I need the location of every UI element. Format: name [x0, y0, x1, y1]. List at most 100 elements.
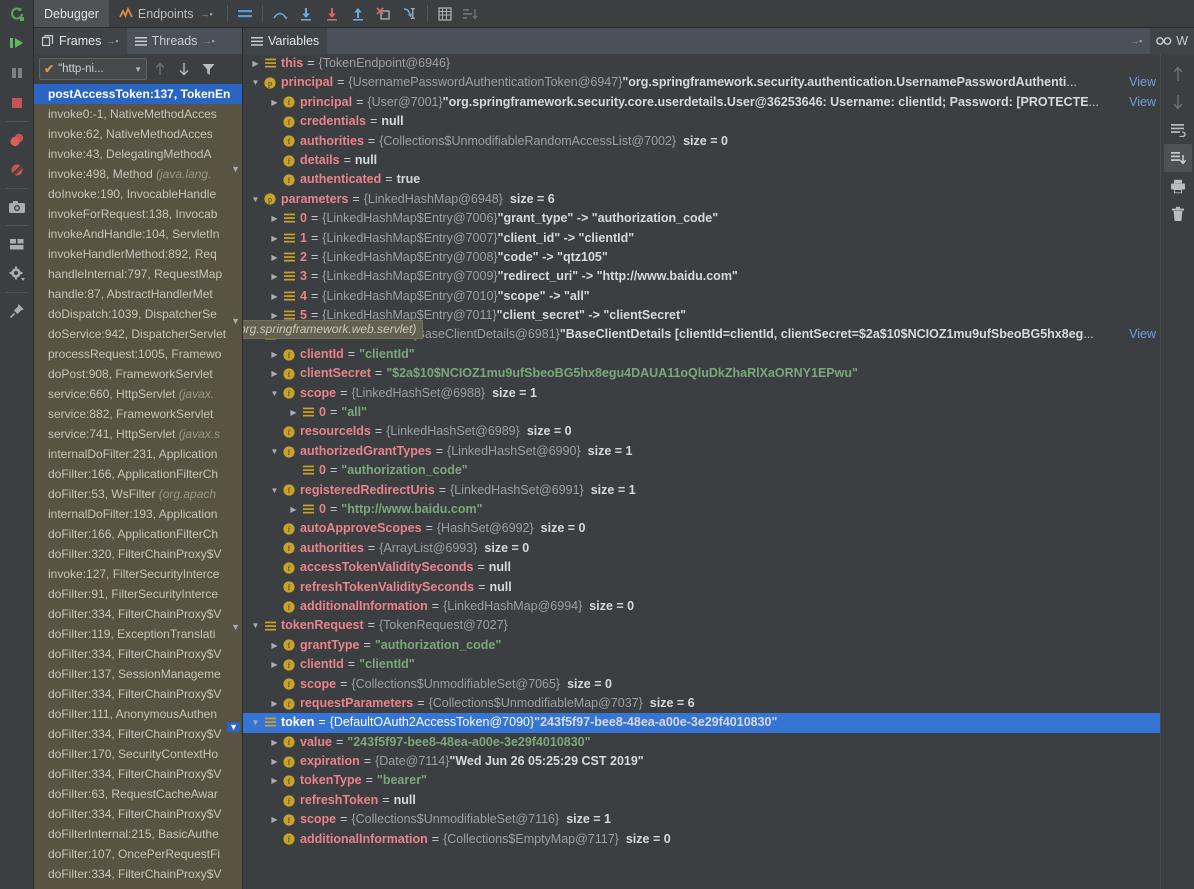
frame-up-icon[interactable]	[149, 58, 171, 80]
variable-row[interactable]: f accessTokenValiditySeconds = null	[243, 558, 1160, 577]
frame-row[interactable]: doFilter:166, ApplicationFilterCh	[34, 464, 242, 484]
variable-row[interactable]: ▶ f expiration = {Date@7114} "Wed Jun 26 05:…	[243, 752, 1160, 771]
chevron-down-icon[interactable]: ▼	[268, 384, 281, 403]
frame-row[interactable]: processRequest:1005, Framewo	[34, 344, 242, 364]
tab-frames-pin[interactable]: →▪	[106, 36, 118, 46]
frame-row[interactable]: service:882, FrameworkServlet	[34, 404, 242, 424]
frame-row[interactable]: doFilter:334, FilterChainProxy$V	[34, 864, 242, 884]
frame-row[interactable]: doFilter:334, FilterChainProxy$V	[34, 804, 242, 824]
chevron-down-icon[interactable]: ▼	[249, 616, 262, 635]
variable-row[interactable]: f authorities = {Collections$UnmodifiableRa…	[243, 132, 1160, 151]
chevron-right-icon[interactable]: ▶	[268, 93, 281, 112]
variable-row[interactable]: ▶ f clientSecret = "$2a$10$NCIOZ1mu9ufSbeoBG…	[243, 364, 1160, 383]
view-breakpoints-icon[interactable]	[0, 125, 34, 155]
variable-row-selected[interactable]: ▼ token = {DefaultOAuth2AccessToken@7090} "…	[243, 713, 1160, 733]
frame-row[interactable]: handle:87, AbstractHandlerMet	[34, 284, 242, 304]
variable-row[interactable]: ▶ f scope = {Collections$UnmodifiableSet@711…	[243, 810, 1160, 829]
chevron-right-icon[interactable]: ▶	[268, 636, 281, 655]
frame-row[interactable]: invoke:43, DelegatingMethodA	[34, 144, 242, 164]
tab-endpoints[interactable]: Endpoints →▪	[109, 0, 223, 27]
variable-row[interactable]: ▶ f clientId = "clientId"	[243, 345, 1160, 364]
evaluate-expression-icon[interactable]	[432, 0, 458, 28]
frame-row[interactable]: doFilter:63, RequestCacheAwar	[34, 784, 242, 804]
chevron-down-icon[interactable]: ▼	[134, 65, 142, 74]
variable-row[interactable]: ▶ 1 = {LinkedHashMap$Entry@7007} "client_id…	[243, 229, 1160, 248]
frame-row[interactable]: doFilter:334, FilterChainProxy$V	[34, 764, 242, 784]
tab-watches[interactable]: W	[1150, 28, 1194, 54]
variable-row[interactable]: ▶ f principal = {User@7001} "org.springframe…	[243, 93, 1160, 112]
view-link[interactable]: View	[1129, 93, 1156, 112]
variables-pin[interactable]: →▪	[1121, 28, 1151, 54]
frame-row[interactable]: doService:942, DispatcherServlet	[34, 324, 242, 344]
new-watch-icon[interactable]	[1164, 116, 1192, 144]
trash-icon[interactable]	[1164, 200, 1192, 228]
step-over-icon[interactable]	[267, 0, 293, 28]
variable-row[interactable]: f resourceIds = {LinkedHashSet@6989} size = …	[243, 422, 1160, 441]
screenshot-icon[interactable]	[0, 192, 34, 222]
frame-row[interactable]: doDispatch:1039, DispatcherSe	[34, 304, 242, 324]
frame-down-icon[interactable]	[173, 58, 195, 80]
chevron-right-icon[interactable]: ▶	[268, 752, 281, 771]
frame-row[interactable]: invoke0:-1, NativeMethodAcces	[34, 104, 242, 124]
variable-row[interactable]: ▶ f clientId = "clientId"	[243, 655, 1160, 674]
variable-row[interactable]: ▼ p parameters = {LinkedHashMap@6948} size = …	[243, 190, 1160, 209]
variable-row[interactable]: ▶ this = {TokenEndpoint@6946}	[243, 54, 1160, 73]
chevron-right-icon[interactable]: ▶	[287, 500, 300, 519]
tab-threads-pin[interactable]: →▪	[202, 36, 214, 46]
chevron-right-icon[interactable]: ▶	[268, 287, 281, 306]
frame-row[interactable]: doFilter:91, FilterSecurityIntercе	[34, 584, 242, 604]
frame-row[interactable]: invoke:498, Method (java.lang.	[34, 164, 242, 184]
frame-row[interactable]: postAccessToken:137, TokenEn	[34, 84, 242, 104]
chevron-down-icon[interactable]: ▼	[249, 713, 262, 732]
pin-icon[interactable]	[0, 296, 34, 326]
filter-frames-icon[interactable]	[197, 58, 219, 80]
frame-row[interactable]: doFilter:334, FilterChainProxy$V	[34, 604, 242, 624]
frame-row[interactable]: doFilter:166, ApplicationFilterCh	[34, 524, 242, 544]
variables-tree[interactable]: ▶ this = {TokenEndpoint@6946} ▼ p principal = {U…	[243, 54, 1160, 889]
frame-row[interactable]: doFilter:53, WsFilter (org.apach	[34, 484, 242, 504]
variable-row[interactable]: f refreshTokenValiditySeconds = null	[243, 578, 1160, 597]
move-down-icon[interactable]	[1164, 88, 1192, 116]
tab-threads[interactable]: Threads →▪	[127, 28, 223, 54]
move-up-icon[interactable]	[1164, 60, 1192, 88]
variable-row[interactable]: f autoApproveScopes = {HashSet@6992} size = …	[243, 519, 1160, 538]
tab-variables[interactable]: Variables	[243, 28, 328, 54]
layout-icon[interactable]	[0, 229, 34, 259]
chevron-right-icon[interactable]: ▶	[268, 810, 281, 829]
variable-row[interactable]: ▶ 4 = {LinkedHashMap$Entry@7010} "scope" ->…	[243, 287, 1160, 306]
chevron-right-icon[interactable]: ▶	[287, 403, 300, 422]
chevron-right-icon[interactable]: ▶	[268, 229, 281, 248]
frame-row[interactable]: doFilter:107, OncePerRequestFi	[34, 844, 242, 864]
view-link[interactable]: View	[1129, 325, 1156, 344]
chevron-right-icon[interactable]: ▶	[268, 364, 281, 383]
chevron-right-icon[interactable]: ▶	[268, 771, 281, 790]
chevron-right-icon[interactable]: ▶	[268, 248, 281, 267]
frame-row[interactable]: handleInternal:797, RequestMap	[34, 264, 242, 284]
variable-row[interactable]: f additionalInformation = {LinkedHashMap@69…	[243, 597, 1160, 616]
frame-row[interactable]: doPost:908, FrameworkServlet	[34, 364, 242, 384]
chevron-right-icon[interactable]: ▶	[268, 345, 281, 364]
frame-row[interactable]: doFilterInternal:215, BasicAuthe	[34, 824, 242, 844]
resume-program-icon[interactable]	[0, 28, 34, 58]
frame-row[interactable]: internalDoFilter:193, Application	[34, 504, 242, 524]
tab-frames[interactable]: Frames →▪	[34, 28, 127, 54]
scroll-caret-icon[interactable]: ▼	[227, 722, 240, 732]
variable-row[interactable]: ▼ f registeredRedirectUris = {LinkedHashSet@…	[243, 481, 1160, 500]
variable-row[interactable]: f authorities = {ArrayList@6993} size = 0	[243, 539, 1160, 558]
frame-row[interactable]: invokeHandlerMethod:892, Req	[34, 244, 242, 264]
variable-row[interactable]: ▶ 0 = "all"	[243, 403, 1160, 422]
variable-row[interactable]: f credentials = null	[243, 112, 1160, 131]
chevron-right-icon[interactable]: ▶	[268, 694, 281, 713]
show-execution-point-icon[interactable]	[232, 0, 258, 28]
chevron-right-icon[interactable]: ▶	[268, 267, 281, 286]
variable-row[interactable]: ▶ f tokenType = "bearer"	[243, 771, 1160, 790]
frames-list[interactable]: postAccessToken:137, TokenEn invoke0:-1, …	[34, 84, 242, 889]
chevron-down-icon[interactable]: ▼	[268, 481, 281, 500]
rerun-icon[interactable]	[0, 0, 33, 28]
frame-row[interactable]: doFilter:137, SessionManageme	[34, 664, 242, 684]
frame-row[interactable]: doFilter:334, FilterChainProxy$V	[34, 684, 242, 704]
frame-row[interactable]: invokeForRequest:138, Invocab	[34, 204, 242, 224]
frame-row[interactable]: invoke:127, FilterSecurityIntercе	[34, 564, 242, 584]
frame-row[interactable]: doFilter:111, AnonymousAuthen	[34, 704, 242, 724]
variable-row[interactable]: f details = null	[243, 151, 1160, 170]
